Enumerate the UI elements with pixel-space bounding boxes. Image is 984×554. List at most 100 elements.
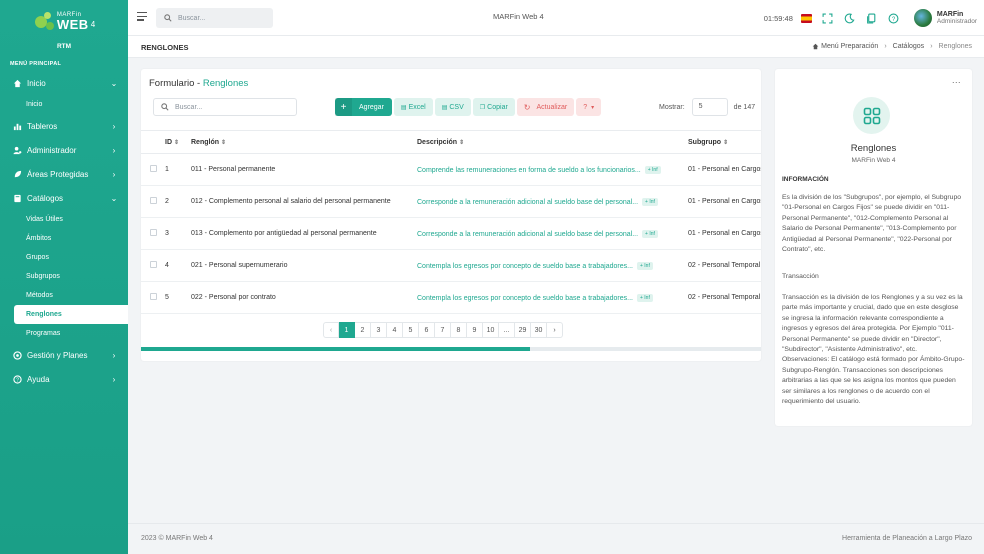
table-row[interactable]: 3 013 - Complemento por antigüedad al pe… [141, 217, 761, 250]
page-next[interactable]: › [547, 322, 563, 338]
sidebar-item-ayuda[interactable]: ? Ayuda › [0, 367, 128, 391]
chevron-right-icon: › [112, 169, 116, 179]
csv-icon: ▤ [441, 104, 448, 111]
page-button[interactable]: 10 [483, 322, 499, 338]
column-header-descripcion[interactable]: Descripción ⇕ [417, 130, 688, 154]
cell-subgrupo: 02 - Personal Temporal [688, 249, 761, 282]
table-row[interactable]: 5 022 - Personal por contrato Contempla … [141, 281, 761, 314]
target-icon [12, 350, 22, 360]
horizontal-scrollbar[interactable] [141, 347, 761, 351]
chevron-down-icon: ▾ [591, 104, 595, 111]
sidebar-subitem-programas[interactable]: Programas [0, 324, 128, 343]
scrollbar-thumb[interactable] [141, 347, 530, 351]
page-button[interactable]: 8 [451, 322, 467, 338]
plus-icon: + [335, 98, 352, 116]
sidebar-subitem-subgrupos[interactable]: Subgrupos [0, 267, 128, 286]
page-button[interactable]: 2 [355, 322, 371, 338]
row-checkbox[interactable] [150, 165, 157, 172]
menu-title: MENÚ PRINCIPAL [10, 61, 62, 67]
fullscreen-icon[interactable] [822, 13, 833, 24]
cell-descripcion[interactable]: Comprende las remuneraciones en forma de… [417, 166, 641, 173]
page-button[interactable]: 6 [419, 322, 435, 338]
sidebar-subitem-vidas-utiles[interactable]: Vidas Útiles [0, 210, 128, 229]
page-button[interactable]: 1 [339, 322, 355, 338]
sort-icon: ⇕ [459, 139, 465, 146]
cell-id: 3 [165, 217, 191, 250]
update-button[interactable]: ↻ Actualizar [516, 98, 575, 116]
csv-button[interactable]: ▤ CSV [434, 98, 471, 116]
row-checkbox[interactable] [150, 261, 157, 268]
sidebar-item-gestion-planes[interactable]: Gestión y Planes › [0, 343, 128, 367]
page-button[interactable]: 3 [371, 322, 387, 338]
more-options-icon[interactable]: ... [952, 75, 961, 85]
page-button[interactable]: 30 [531, 322, 547, 338]
page-button[interactable]: 7 [435, 322, 451, 338]
more-info-badge[interactable]: + Inf [642, 197, 658, 206]
breadcrumb-item[interactable]: Catálogos [893, 43, 925, 50]
page-titlebar: RENGLONES Menú Preparación › Catálogos ›… [128, 36, 984, 58]
cell-descripcion[interactable]: Contempla los egresos por concepto de su… [417, 294, 633, 301]
sidebar-subitem-inicio[interactable]: Inicio [0, 95, 128, 114]
help-dropdown-button[interactable]: ? ▾ [576, 98, 602, 116]
page-prev[interactable]: ‹ [323, 322, 339, 338]
row-checkbox[interactable] [150, 293, 157, 300]
page-button[interactable]: 9 [467, 322, 483, 338]
excel-button[interactable]: ▤ Excel [393, 98, 433, 116]
user-menu[interactable]: MARFin Administrador [913, 9, 977, 27]
app-logo[interactable]: MARFin WEB 4 [0, 4, 128, 38]
add-button[interactable]: + Agregar [335, 98, 392, 116]
moon-icon[interactable] [844, 13, 855, 24]
page-size-input[interactable]: 5 [691, 98, 728, 116]
row-checkbox[interactable] [150, 229, 157, 236]
spain-flag-icon[interactable] [800, 13, 812, 23]
sidebar-subitem-metodos[interactable]: Métodos [0, 286, 128, 305]
book-icon [12, 193, 22, 203]
sidebar-subitem-renglones[interactable]: Renglones [14, 305, 128, 324]
documents-icon[interactable] [866, 13, 877, 24]
cell-descripcion[interactable]: Corresponde a la remuneración adicional … [417, 230, 638, 237]
table-row[interactable]: 2 012 - Complemento personal al salario … [141, 185, 761, 218]
global-search-input[interactable]: Buscar... [156, 8, 273, 28]
sidebar-item-inicio[interactable]: Inicio ⌄ [0, 71, 128, 95]
sidebar-item-catalogos[interactable]: Catálogos ⌄ [0, 186, 128, 210]
cell-descripcion[interactable]: Contempla los egresos por concepto de su… [417, 262, 633, 269]
info-section-heading: INFORMACIÓN [782, 176, 829, 183]
more-info-badge[interactable]: + Inf [642, 229, 658, 238]
help-circle-icon[interactable]: ? [888, 13, 899, 24]
page-button[interactable]: 29 [515, 322, 531, 338]
sidebar-subitem-grupos[interactable]: Grupos [0, 248, 128, 267]
avatar [913, 9, 932, 27]
chevron-down-icon: ⌄ [110, 78, 118, 88]
table-row[interactable]: 4 021 - Personal supernumerario Contempl… [141, 249, 761, 282]
pagination: ‹ 1 2 3 4 5 6 7 8 9 10 ... 29 30 › [323, 322, 563, 338]
column-header-id[interactable]: ID ⇕ [165, 130, 191, 154]
column-header-renglon[interactable]: Renglón ⇕ [191, 130, 417, 154]
sidebar-subitem-ambitos[interactable]: Ámbitos [0, 229, 128, 248]
more-info-badge[interactable]: + Inf [636, 261, 653, 270]
table-row[interactable]: 1 011 - Personal permanente Comprende la… [141, 153, 761, 186]
row-checkbox[interactable] [150, 197, 157, 204]
cell-id: 2 [165, 185, 191, 218]
chevron-right-icon: › [112, 374, 116, 384]
sidebar-item-administrador[interactable]: Administrador › [0, 138, 128, 162]
breadcrumb-item[interactable]: Menú Preparación [821, 43, 878, 50]
copy-button[interactable]: ❐ Copiar [472, 98, 515, 116]
cell-id: 1 [165, 153, 191, 186]
breadcrumb: Menú Preparación › Catálogos › Renglones [812, 43, 972, 50]
menu-toggle-icon[interactable] [137, 12, 147, 23]
chevron-right-icon: › [930, 43, 933, 50]
more-info-badge[interactable]: + Inf [644, 165, 661, 174]
footer-tagline: Herramienta de Planeación a Largo Plazo [842, 535, 972, 542]
table-search-input[interactable]: Buscar... [153, 98, 297, 116]
page-button[interactable]: 5 [403, 322, 419, 338]
user-name: MARFin [936, 11, 964, 18]
info-paragraph: Transacción [782, 273, 819, 280]
page-size-control: Mostrar: 5 de 147 [659, 98, 755, 116]
sidebar-item-tableros[interactable]: Tableros › [0, 114, 128, 138]
sidebar-item-areas-protegidas[interactable]: Áreas Protegidas › [0, 162, 128, 186]
column-header-subgrupo[interactable]: Subgrupo ⇕ [688, 130, 761, 154]
page-button[interactable]: 4 [387, 322, 403, 338]
more-info-badge[interactable]: + Inf [636, 293, 653, 302]
cell-subgrupo: 01 - Personal en Cargos Fijos [688, 185, 761, 218]
cell-descripcion[interactable]: Corresponde a la remuneración adicional … [417, 198, 638, 205]
